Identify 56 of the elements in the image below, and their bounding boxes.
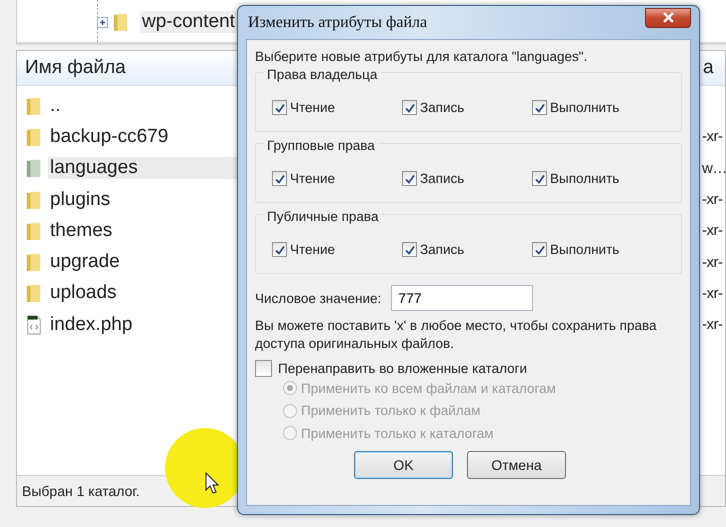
permissions-cell: -xr- <box>702 222 722 240</box>
permissions-cell: -xr- <box>702 316 722 334</box>
folder-icon <box>25 158 43 178</box>
checkbox[interactable] <box>532 171 547 186</box>
folder-icon <box>25 283 43 304</box>
close-icon <box>662 12 674 23</box>
checkbox-label: Чтение <box>290 242 336 257</box>
permissions-cell: -xr- <box>702 128 722 146</box>
checkbox-label: Чтение <box>290 171 336 186</box>
checkbox-label: Выполнить <box>550 242 620 257</box>
window-title: Изменить атрибуты файла <box>247 14 428 32</box>
group-title: Права владельца <box>264 67 380 82</box>
hint-text: Вы можете поставить 'x' в любое место, чтобы сохранить права доступа оригинальных файлов. <box>255 317 658 353</box>
checkbox-label: Выполнить <box>550 171 620 186</box>
radio-label: Применить только к файлам <box>301 403 480 418</box>
checkbox[interactable] <box>272 242 287 257</box>
checkbox[interactable] <box>402 242 417 257</box>
checkbox-label: Запись <box>420 171 464 186</box>
checkbox-label: Запись <box>420 100 464 115</box>
checkbox[interactable] <box>272 171 287 186</box>
checkbox[interactable] <box>255 360 272 377</box>
folder-icon <box>25 252 43 272</box>
tree-item[interactable]: wp-content <box>140 11 237 33</box>
checkbox[interactable] <box>272 100 287 115</box>
checkbox[interactable] <box>402 171 417 186</box>
dialog-button[interactable]: OK <box>354 450 453 478</box>
folder-icon <box>25 96 43 116</box>
checkbox[interactable] <box>532 242 547 257</box>
numeric-value-field[interactable]: 777 <box>391 285 534 311</box>
radio-label: Применить только к каталогам <box>301 426 494 441</box>
close-button[interactable] <box>645 8 691 28</box>
checkbox-label: Перенаправить во вложенные каталоги <box>278 361 528 376</box>
field-label: Числовое значение: <box>255 290 382 306</box>
checkbox-label: Запись <box>420 242 464 257</box>
cursor-icon <box>205 472 219 494</box>
folder-icon <box>112 12 130 32</box>
checkbox-label: Чтение <box>290 100 336 115</box>
folder-icon <box>25 126 43 147</box>
group-title: Публичные права <box>264 209 382 224</box>
group-title: Групповые права <box>264 138 378 153</box>
checkbox-label: Выполнить <box>550 100 620 115</box>
column-header[interactable]: a <box>703 57 714 79</box>
checkbox[interactable] <box>532 100 547 115</box>
folder-icon <box>25 220 43 241</box>
permissions-cell: -xr- <box>702 191 722 208</box>
permissions-cell: -xr- <box>702 284 722 302</box>
permissions-cell: w… <box>702 160 726 177</box>
dialog-message: Выберите новые атрибуты для каталога "languages". <box>255 49 588 64</box>
dialog-button[interactable]: Отмена <box>467 450 566 478</box>
permissions-cell: -xr- <box>702 254 722 271</box>
folder-icon <box>25 190 43 210</box>
checkbox[interactable] <box>402 100 417 115</box>
expander-icon[interactable] <box>97 16 108 28</box>
radio-label: Применить ко всем файлам и каталогам <box>301 380 556 396</box>
code-file-icon <box>25 314 43 335</box>
status-text: Выбран 1 каталог. <box>22 483 140 499</box>
